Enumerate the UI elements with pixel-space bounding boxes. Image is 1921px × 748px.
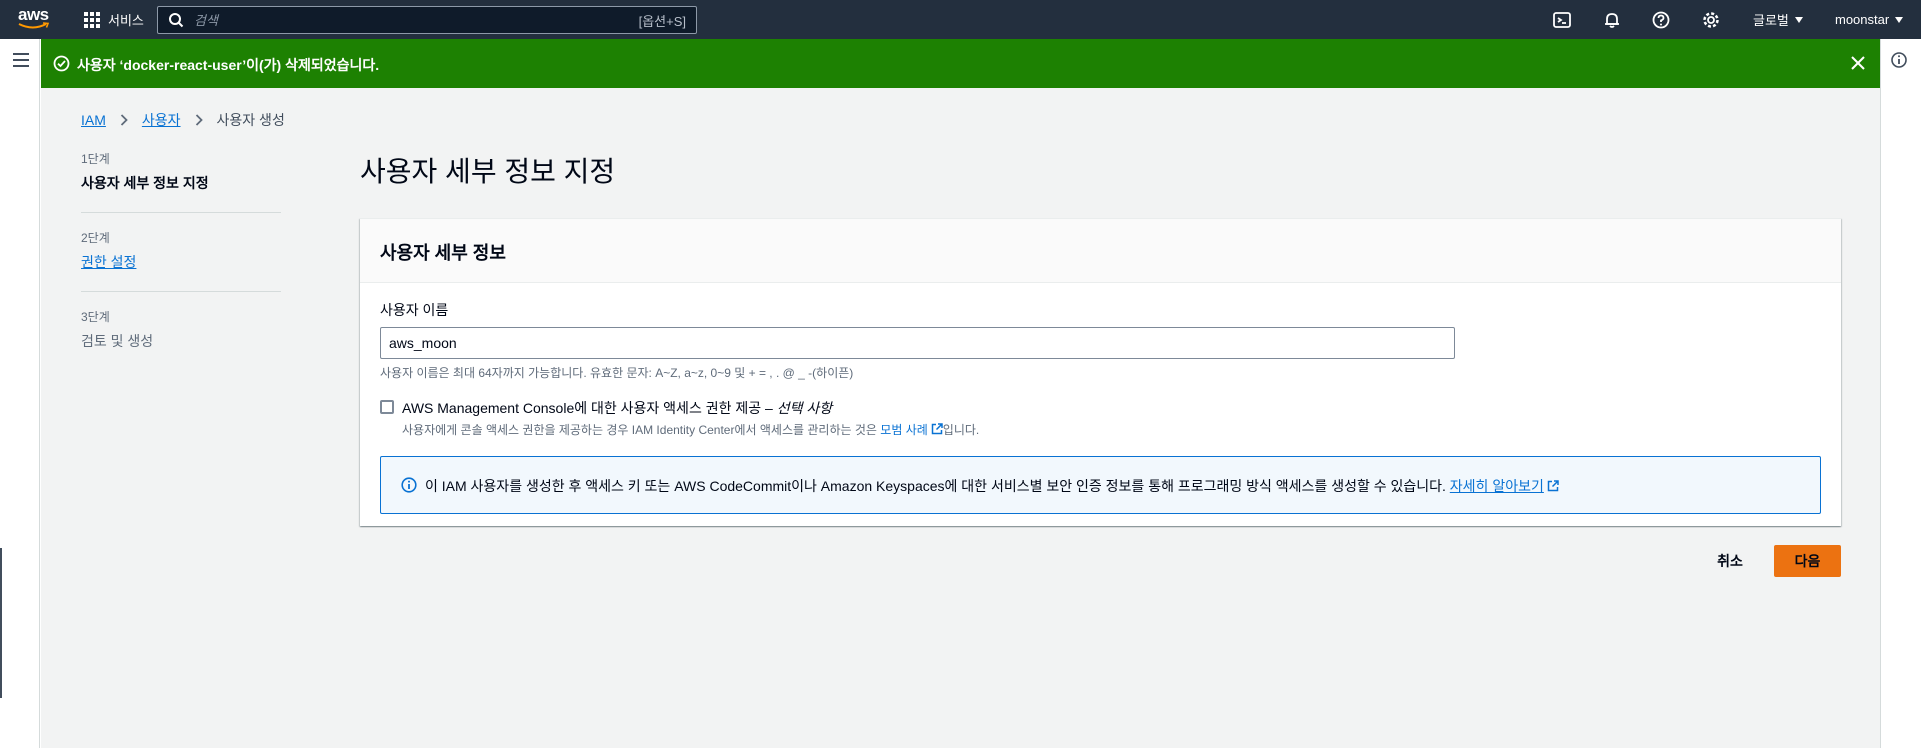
breadcrumb-current: 사용자 생성 [216,112,285,128]
breadcrumb-users-link[interactable]: 사용자 [142,110,181,130]
page-title: 사용자 세부 정보 지정 [360,156,616,187]
flash-message: 사용자 ‘docker-react-user’이(가) 삭제되었습니다. [77,57,380,73]
aws-smile-icon [18,22,50,29]
wizard-steps: 1단계 사용자 세부 정보 지정 2단계 권한 설정 3단계 검토 및 생성 [81,150,281,386]
left-navigation-rail [0,39,40,748]
search-shortcut-hint: [옵션+S] [638,13,686,29]
services-menu-button[interactable]: 서비스 [84,0,144,39]
step-label-active: 사용자 세부 정보 지정 [81,175,209,191]
caret-down-icon [1895,16,1904,23]
container-title: 사용자 세부 정보 [380,243,506,263]
region-selector[interactable]: 글로벌 [1753,0,1803,39]
breadcrumb-iam-link[interactable]: IAM [81,112,106,128]
info-icon [401,477,417,493]
caret-down-icon [1794,16,1803,23]
right-tools-rail [1880,39,1921,748]
learn-more-link[interactable]: 자세히 알아보기 [1450,478,1559,494]
wizard-step-1: 1단계 사용자 세부 정보 지정 [81,150,281,213]
info-alert: 이 IAM 사용자를 생성한 후 액세스 키 또는 AWS CodeCommit… [380,456,1821,514]
console-access-text: AWS Management Console에 대한 사용자 액세스 권한 제공… [402,398,979,438]
wizard-step-3: 3단계 검토 및 생성 [81,308,281,370]
bell-icon[interactable] [1602,10,1622,30]
chevron-right-icon [195,114,203,126]
aws-logo[interactable]: aws [18,6,52,32]
top-navigation: aws 서비스 [옵션+S] 글로벌 [0,0,1921,39]
username-hint: 사용자 이름은 최대 64자까지 가능합니다. 유효한 문자: A~Z, a~z… [380,366,854,380]
wizard-step-2: 2단계 권한 설정 [81,229,281,292]
account-label: moonstar [1835,12,1890,27]
region-label: 글로벌 [1753,13,1789,28]
left-edge-divider [0,548,2,698]
success-flash-bar: 사용자 ‘docker-react-user’이(가) 삭제되었습니다. [41,39,1880,88]
hamburger-menu-icon[interactable] [13,53,29,67]
container-header: 사용자 세부 정보 [360,219,1841,283]
console-access-checkbox[interactable] [380,400,394,414]
console-access-label[interactable]: AWS Management Console에 대한 사용자 액세스 권한 제공… [402,398,979,418]
step-number: 1단계 [81,152,110,166]
console-access-description: 사용자에게 콘솔 액세스 권한을 제공하는 경우 IAM Identity Ce… [402,423,980,437]
username-input[interactable] [380,327,1455,359]
step-number: 3단계 [81,310,110,324]
services-label: 서비스 [108,13,144,28]
breadcrumb: IAM 사용자 사용자 생성 [81,110,285,130]
step-link-permissions[interactable]: 권한 설정 [81,252,281,272]
check-circle-icon [53,55,70,72]
search-icon [169,13,184,28]
step-label-review: 검토 및 생성 [81,333,154,349]
optional-tag: 선택 사항 [776,400,833,416]
cloudshell-icon[interactable] [1552,10,1572,30]
cancel-button[interactable]: 취소 [1706,545,1754,577]
console-access-option: AWS Management Console에 대한 사용자 액세스 권한 제공… [380,398,1821,438]
external-link-icon [931,423,943,435]
username-label: 사용자 이름 [380,302,449,318]
container-body: 사용자 이름 사용자 이름은 최대 64자까지 가능합니다. 유효한 문자: A… [360,283,1841,531]
close-icon[interactable] [1850,55,1866,71]
next-button[interactable]: 다음 [1774,545,1841,577]
info-alert-text: 이 IAM 사용자를 생성한 후 액세스 키 또는 AWS CodeCommit… [425,476,1559,496]
step-number: 2단계 [81,231,110,245]
grid-icon [84,11,100,28]
external-link-icon [1547,480,1559,492]
account-menu[interactable]: moonstar [1835,0,1904,39]
info-panel-icon[interactable] [1890,51,1908,69]
help-icon[interactable] [1651,10,1671,30]
chevron-right-icon [120,114,128,126]
user-details-container: 사용자 세부 정보 사용자 이름 사용자 이름은 최대 64자까지 가능합니다.… [360,218,1841,526]
gear-icon[interactable] [1701,10,1721,30]
best-practices-link[interactable]: 모범 사례 [880,423,943,437]
search-input[interactable] [194,12,614,28]
search-bar[interactable]: [옵션+S] [157,6,697,34]
